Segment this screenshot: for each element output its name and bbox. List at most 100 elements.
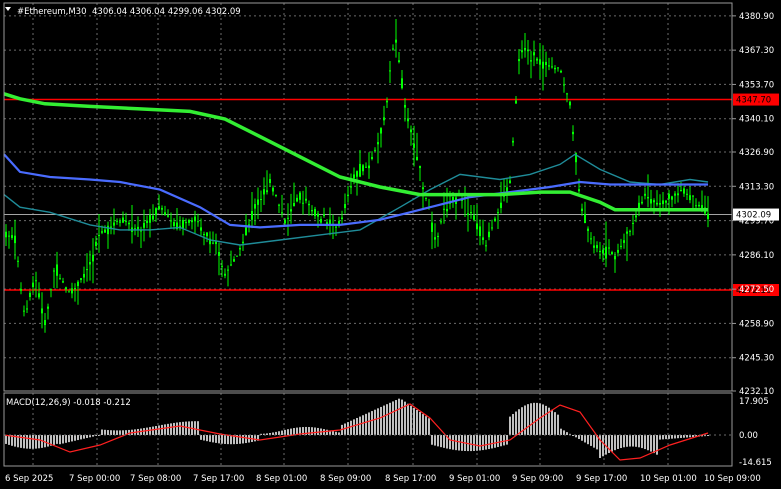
macd-histogram-bar [458,435,460,451]
candle-body [80,278,82,280]
macd-histogram-bar [371,411,373,435]
macd-histogram-bar [386,404,388,435]
candle-body [650,199,652,204]
candle-body [203,233,205,235]
macd-histogram-bar [179,422,181,435]
x-tick-label: 8 Sep 09:00 [320,474,371,484]
macd-histogram-bar [611,435,613,452]
candle-body [299,192,301,200]
candle-body [290,209,292,212]
candle-body [230,264,232,266]
macd-histogram-bar [428,418,430,435]
candle-body [569,101,571,106]
macd-histogram-bar [176,422,178,435]
macd-histogram-bar [218,435,220,444]
candle-body [17,260,19,262]
candle-body [257,199,259,205]
macd-histogram-bar [254,435,256,442]
macd-histogram-bar [455,435,457,451]
candle-body [689,195,691,201]
candle-body [284,219,286,224]
macd-histogram-bar [314,427,316,435]
macd-histogram-bar [119,430,121,435]
x-tick-label: 8 Sep 17:00 [385,474,436,484]
macd-histogram-bar [356,417,358,435]
candle-body [29,292,31,297]
candle-body [563,84,565,86]
candle-body [497,212,499,214]
candle-body [599,250,601,252]
macd-histogram-bar [380,406,382,435]
macd-histogram-bar [554,412,556,435]
candle-body [590,238,592,240]
candle-body [422,187,424,190]
macd-histogram-bar [221,435,223,444]
candle-body [611,252,613,255]
candle-body [677,193,679,196]
candle-body [188,220,190,223]
macd-histogram-bar [476,435,478,451]
candle-body [683,188,685,194]
x-tick-label: 9 Sep 09:00 [512,474,563,484]
macd-histogram-bar [65,435,67,443]
candle-body [533,52,535,56]
price-level-label: 4347.70 [736,96,771,106]
macd-histogram-bar [200,435,202,440]
candle-body [206,232,208,237]
macd-histogram-bar [410,405,412,435]
macd-histogram-bar [272,432,274,435]
candle-body [92,254,94,262]
candle-body [377,142,379,145]
macd-histogram-bar [152,426,154,435]
y-tick-label: 4258.90 [739,319,774,329]
macd-histogram-bar [350,420,352,435]
macd-histogram-bar [155,425,157,435]
macd-histogram-bar [593,435,595,448]
y-tick-label: 4245.30 [739,354,774,364]
macd-histogram-bar [500,435,502,447]
candle-body [572,131,574,135]
macd-histogram-bar [488,435,490,450]
candle-body [224,273,226,276]
macd-histogram-bar [671,435,673,439]
candle-body [521,50,523,53]
candle-body [380,128,382,134]
macd-y-tick-label: 0.00 [739,431,758,441]
macd-histogram-bar [425,416,427,435]
macd-histogram-bar [32,435,34,449]
candle-body [557,67,559,69]
macd-histogram-bar [398,398,400,435]
candle-body [395,39,397,43]
macd-histogram-bar [374,409,376,435]
macd-histogram-bar [674,435,676,439]
candle-body [431,222,433,232]
candle-body [434,237,436,240]
candle-body [593,245,595,248]
candle-body [347,194,349,196]
candle-body [215,241,217,245]
candle-body [605,246,607,259]
macd-histogram-bar [167,423,169,435]
candle-body [635,215,637,218]
candle-body [182,220,184,229]
macd-histogram-bar [365,413,367,435]
x-tick-label: 8 Sep 01:00 [256,474,307,484]
macd-histogram-bar [581,435,583,441]
candle-body [350,186,352,188]
candle-body [14,235,16,244]
trading-chart[interactable]: 4347.704272.164302.09 6 Sep 2025 7 Sep 00… [0,0,781,489]
macd-histogram-bar [107,430,109,435]
candle-body [488,231,490,238]
candle-body [632,222,634,224]
macd-histogram-bar [26,435,28,449]
macd-histogram-bar [377,408,379,435]
macd-histogram-bar [530,403,532,435]
candle-body [95,241,97,246]
candle-body [581,208,583,212]
macd-histogram-bar [641,435,643,449]
macd-histogram-bar [47,435,49,447]
macd-histogram-bar [584,435,586,443]
macd-histogram-bar [632,435,634,447]
candle-body [68,291,70,293]
macd-histogram-bar [482,435,484,451]
